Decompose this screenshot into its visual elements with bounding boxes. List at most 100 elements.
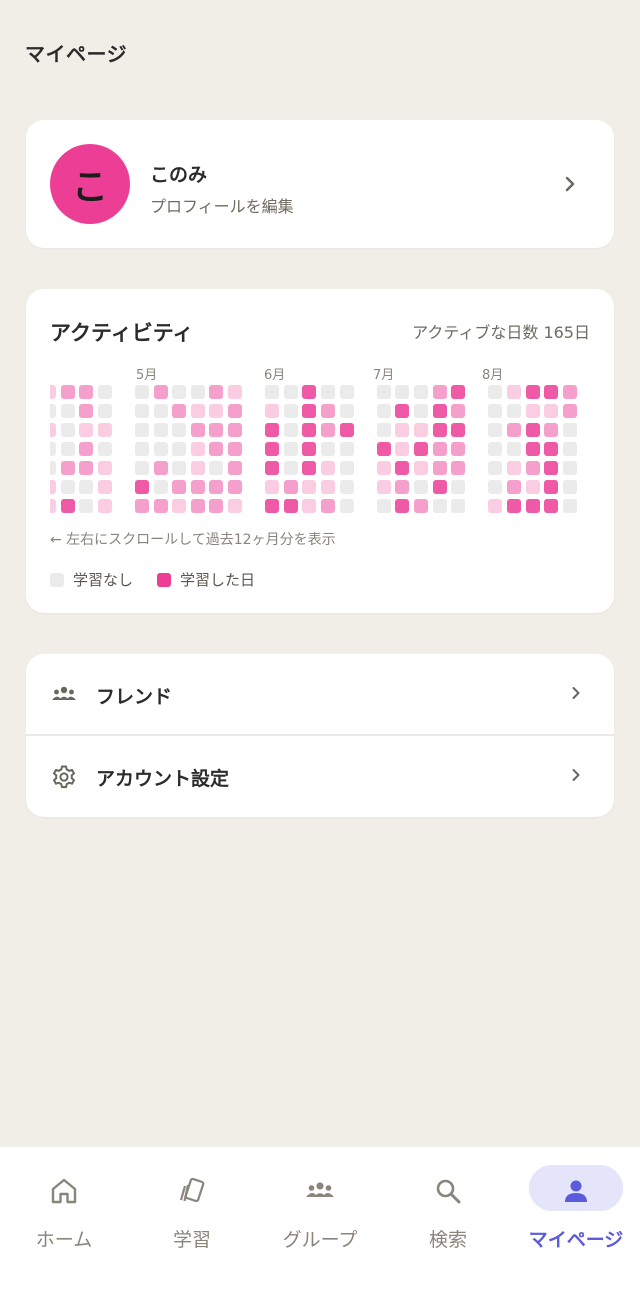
menu-item-account-settings[interactable]: アカウント設定 xyxy=(26,736,614,816)
heatmap-day-cell xyxy=(283,442,298,456)
menu-item-friends[interactable]: フレンド xyxy=(26,654,614,734)
heatmap-day-cell xyxy=(228,480,242,494)
heatmap-day-cell xyxy=(395,499,410,513)
heatmap-day-cell xyxy=(507,442,521,456)
heatmap-day-cell xyxy=(321,423,335,437)
heatmap-day-cell xyxy=(451,461,466,475)
heatmap-day-cell xyxy=(172,404,187,418)
heatmap-day-cell xyxy=(228,404,242,418)
nav-home[interactable]: ホーム xyxy=(0,1165,128,1255)
heatmap-day-cell xyxy=(50,461,56,475)
heatmap-day-cell xyxy=(190,442,205,456)
heatmap-day-cell xyxy=(562,423,577,437)
heatmap-day-cell xyxy=(135,499,149,513)
heatmap-day-cell xyxy=(302,461,317,475)
heatmap-day-cell xyxy=(525,480,540,494)
heatmap-day-cell xyxy=(60,499,75,513)
heatmap-day-cell xyxy=(79,442,94,456)
heatmap-day-cell xyxy=(488,423,503,437)
legend-item-none: 学習なし xyxy=(50,569,133,590)
nav-mypage[interactable]: マイページ xyxy=(512,1165,640,1255)
month-label: 8月 xyxy=(482,368,504,383)
heatmap-day-cell xyxy=(414,404,428,418)
heatmap-day-cell xyxy=(228,461,242,475)
avatar: こ xyxy=(50,144,130,224)
scroll-hint: ← 左右にスクロールして過去12ヶ月分を表示 xyxy=(50,532,336,548)
heatmap-day-cell xyxy=(135,442,149,456)
heatmap-day-cell xyxy=(135,480,149,494)
chevron-right-icon xyxy=(572,687,580,699)
heatmap-day-cell xyxy=(135,423,149,437)
heatmap-day-cell xyxy=(525,423,540,437)
heatmap-day-cell xyxy=(50,385,56,399)
heatmap-day-cell xyxy=(321,461,335,475)
month-label: 6月 xyxy=(264,368,286,383)
heatmap-day-cell xyxy=(97,423,112,437)
heatmap-day-cell xyxy=(50,404,56,418)
heatmap-day-cell xyxy=(451,385,466,399)
activity-card: アクティビティ アクティブな日数 165日 5月 6月 7月 8月 ← 左右にス… xyxy=(26,289,614,613)
heatmap-day-cell xyxy=(283,423,298,437)
heatmap-day-cell xyxy=(60,404,75,418)
heatmap-day-cell xyxy=(339,423,354,437)
heatmap-day-cell xyxy=(265,499,280,513)
heatmap-day-cell xyxy=(135,404,149,418)
heatmap-day-cell xyxy=(283,385,298,399)
nav-group[interactable]: グループ xyxy=(256,1165,384,1255)
heatmap-day-cell xyxy=(339,404,354,418)
heatmap-day-cell xyxy=(302,385,317,399)
heatmap-day-cell xyxy=(544,442,559,456)
heatmap-day-cell xyxy=(414,442,428,456)
heatmap-day-cell xyxy=(376,442,391,456)
nav-label: マイページ xyxy=(528,1229,624,1251)
gear-icon xyxy=(53,765,75,789)
heatmap-day-cell xyxy=(50,499,56,513)
menu-card: フレンド アカウント設定 xyxy=(26,654,614,817)
heatmap-day-cell xyxy=(339,461,354,475)
heatmap-day-cell xyxy=(525,404,540,418)
heatmap-day-cell xyxy=(562,385,577,399)
heatmap-day-cell xyxy=(265,385,280,399)
heatmap-day-cell xyxy=(60,385,75,399)
heatmap-day-cell xyxy=(50,423,56,437)
activity-title: アクティビティ xyxy=(50,321,194,345)
edit-profile-link[interactable]: プロフィールを編集 xyxy=(150,193,294,217)
group-icon xyxy=(52,686,76,700)
month-label: 7月 xyxy=(373,368,395,383)
heatmap-day-cell xyxy=(544,480,559,494)
heatmap-day-cell xyxy=(321,480,335,494)
profile-card[interactable]: こ このみ プロフィールを編集 xyxy=(26,120,614,248)
legend-label: 学習した日 xyxy=(180,571,256,589)
heatmap-day-cell xyxy=(60,480,75,494)
cards-icon xyxy=(179,1177,205,1203)
heatmap-day-cell xyxy=(488,442,503,456)
heatmap-day-cell xyxy=(432,404,447,418)
heatmap-day-cell xyxy=(525,499,540,513)
heatmap-day-cell xyxy=(190,404,205,418)
heatmap-day-cell xyxy=(79,423,94,437)
heatmap-day-cell xyxy=(190,461,205,475)
nav-study[interactable]: 学習 xyxy=(128,1165,256,1255)
heatmap-day-cell xyxy=(265,423,280,437)
heatmap-day-cell xyxy=(79,385,94,399)
heatmap-day-cell xyxy=(395,404,410,418)
heatmap-day-cell xyxy=(451,423,466,437)
nav-search[interactable]: 検索 xyxy=(384,1165,512,1255)
heatmap-day-cell xyxy=(451,442,466,456)
heatmap-day-cell xyxy=(135,461,149,475)
nav-label: ホーム xyxy=(35,1229,93,1251)
legend-swatch-none xyxy=(50,572,64,587)
heatmap-day-cell xyxy=(451,480,466,494)
heatmap-day-cell xyxy=(562,442,577,456)
heatmap-day-cell xyxy=(60,423,75,437)
heatmap-day-cell xyxy=(283,499,298,513)
heatmap-day-cell xyxy=(209,480,224,494)
activity-heatmap[interactable]: 5月 6月 7月 8月 xyxy=(50,361,590,521)
heatmap-day-cell xyxy=(190,480,205,494)
chevron-right-icon xyxy=(565,176,575,192)
heatmap-day-cell xyxy=(97,385,112,399)
heatmap-day-cell xyxy=(190,385,205,399)
heatmap-day-cell xyxy=(376,499,391,513)
heatmap-day-cell xyxy=(302,442,317,456)
heatmap-day-cell xyxy=(507,461,521,475)
